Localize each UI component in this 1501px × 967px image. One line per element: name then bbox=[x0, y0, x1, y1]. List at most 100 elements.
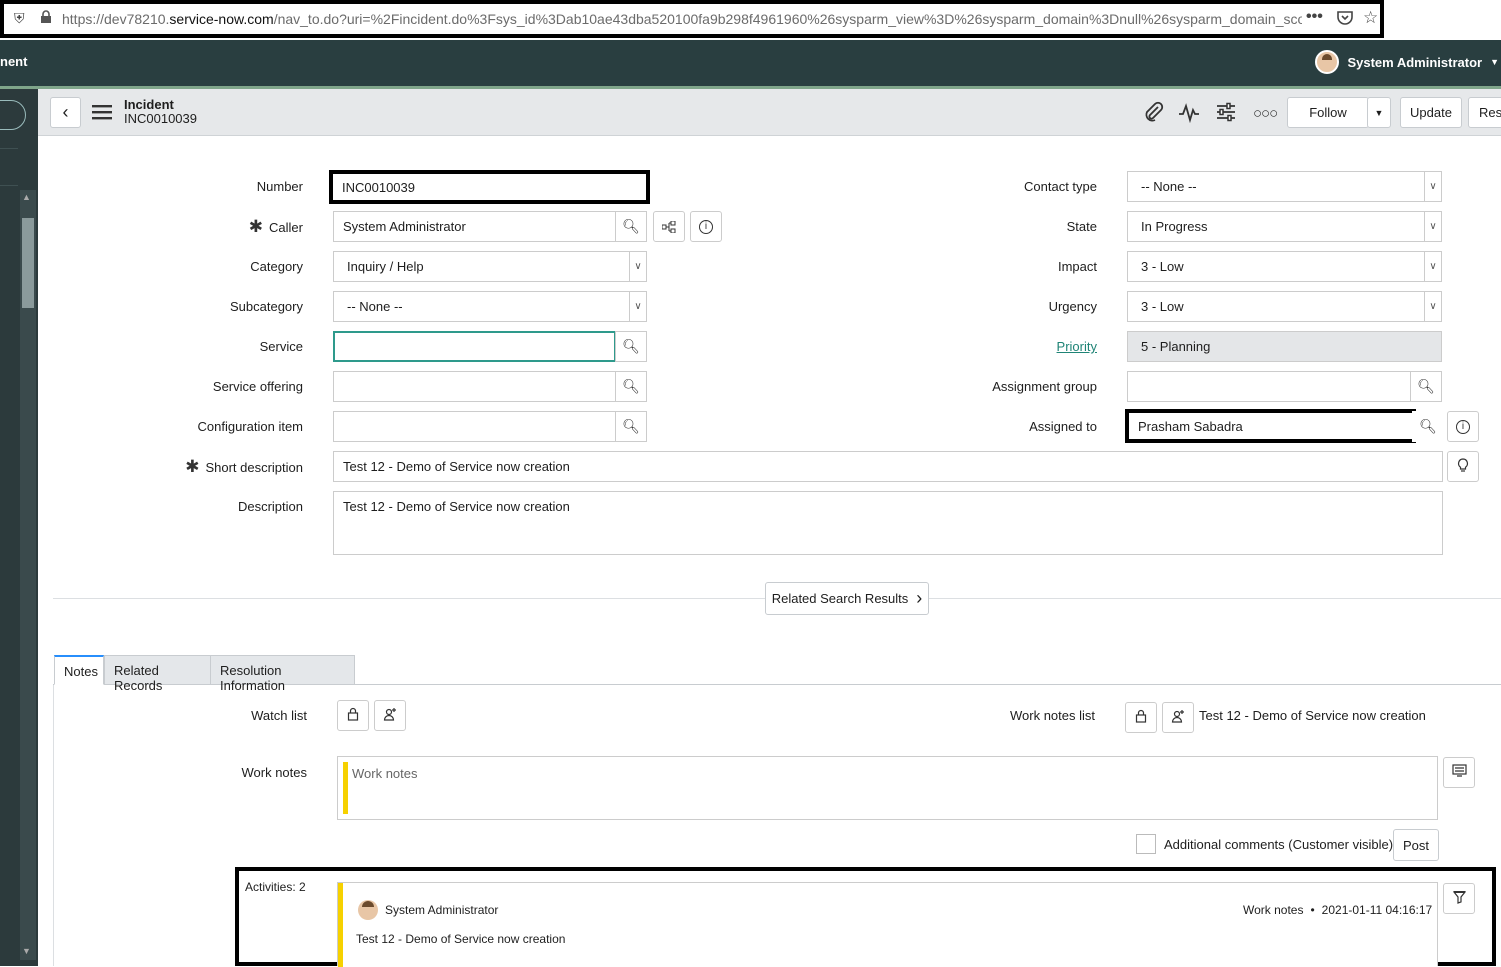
search-icon: 🔍︎ bbox=[622, 378, 640, 394]
number-field[interactable]: INC0010039 bbox=[329, 170, 650, 204]
chevron-down-icon: ∨ bbox=[629, 292, 646, 321]
scroll-down-icon[interactable]: ▼ bbox=[22, 946, 31, 956]
required-asterisk-icon: ✱ bbox=[185, 457, 200, 476]
state-label: State bbox=[1066, 219, 1097, 234]
more-options-icon[interactable]: ○○○ bbox=[1253, 105, 1278, 122]
browser-url-bar[interactable]: ⛨ https://dev78210.service-now.com/nav_t… bbox=[0, 0, 1384, 38]
category-select[interactable]: Inquiry / Help ∨ bbox=[333, 251, 647, 282]
additional-comments-checkbox[interactable] bbox=[1136, 834, 1156, 854]
assignment-group-field[interactable] bbox=[1127, 371, 1411, 402]
shield-icon: ⛨ bbox=[14, 10, 25, 26]
tab-related-records[interactable]: Related Records bbox=[104, 655, 211, 693]
filter-icon bbox=[1452, 890, 1466, 907]
caller-lookup-button[interactable]: 🔍︎ bbox=[615, 211, 647, 242]
record-number-title: INC0010039 bbox=[124, 111, 197, 126]
urgency-select[interactable]: 3 - Low ∨ bbox=[1127, 291, 1442, 322]
service-offering-lookup-button[interactable]: 🔍︎ bbox=[615, 371, 647, 402]
contact-type-select[interactable]: -- None -- ∨ bbox=[1127, 171, 1442, 202]
chevron-down-icon: ∨ bbox=[1424, 292, 1441, 321]
assigned-to-info-button[interactable]: i bbox=[1447, 411, 1479, 442]
search-icon: 🔍︎ bbox=[1417, 378, 1435, 394]
record-type-title: Incident bbox=[124, 97, 174, 112]
assigned-to-field[interactable]: Prasham Sabadra bbox=[1125, 409, 1416, 443]
follow-button[interactable]: Follow bbox=[1287, 97, 1369, 128]
work-notes-list-add-me-button[interactable] bbox=[1162, 702, 1194, 733]
work-notes-list-lock-button[interactable] bbox=[1125, 702, 1157, 733]
configuration-item-lookup-button[interactable]: 🔍︎ bbox=[615, 411, 647, 442]
hamburger-menu-icon[interactable] bbox=[92, 104, 114, 123]
activity-text: Test 12 - Demo of Service now creation bbox=[356, 932, 566, 946]
compose-options-button[interactable] bbox=[1443, 757, 1475, 788]
caller-tree-button[interactable] bbox=[653, 211, 685, 242]
user-menu[interactable]: System Administrator ▼ bbox=[1315, 50, 1499, 74]
activity-filter-button[interactable] bbox=[1443, 883, 1475, 914]
description-field[interactable]: Test 12 - Demo of Service now creation bbox=[333, 491, 1443, 555]
watch-list-add-me-button[interactable] bbox=[374, 700, 406, 731]
number-label: Number bbox=[256, 179, 303, 194]
work-notes-textarea[interactable]: Work notes bbox=[337, 756, 1438, 820]
assigned-to-lookup-button[interactable]: 🔍︎ bbox=[1412, 411, 1444, 442]
avatar bbox=[358, 900, 378, 920]
subcategory-select[interactable]: -- None -- ∨ bbox=[333, 291, 647, 322]
tab-notes[interactable]: Notes bbox=[54, 655, 104, 685]
assigned-to-label: Assigned to bbox=[1029, 419, 1097, 434]
tab-resolution-information[interactable]: Resolution Information bbox=[210, 655, 355, 693]
required-asterisk-icon: ✱ bbox=[248, 217, 264, 236]
activity-marker bbox=[338, 883, 343, 967]
priority-link[interactable]: Priority bbox=[797, 339, 1097, 354]
work-notes-list-label: Work notes list bbox=[1009, 708, 1095, 723]
pocket-icon[interactable] bbox=[1337, 10, 1353, 28]
more-icon[interactable]: ••• bbox=[1306, 8, 1323, 26]
description-label: Description bbox=[237, 499, 303, 514]
caller-info-button[interactable]: i bbox=[690, 211, 722, 242]
watch-list-label: Watch list bbox=[251, 708, 307, 723]
impact-select[interactable]: 3 - Low ∨ bbox=[1127, 251, 1442, 282]
chevron-down-icon: ∨ bbox=[1424, 212, 1441, 241]
caller-field[interactable]: System Administrator bbox=[333, 211, 616, 242]
activities-count: Activities: 2 bbox=[245, 880, 306, 894]
lock-icon bbox=[40, 10, 52, 27]
additional-comments-label: Additional comments (Customer visible) bbox=[1164, 837, 1394, 852]
short-description-field[interactable]: Test 12 - Demo of Service now creation bbox=[333, 451, 1443, 482]
activity-pulse-icon[interactable] bbox=[1178, 101, 1200, 129]
url-text[interactable]: https://dev78210.service-now.com/nav_to.… bbox=[62, 11, 1302, 27]
bookmark-star-icon[interactable]: ☆ bbox=[1363, 8, 1378, 28]
back-button[interactable]: ‹ bbox=[50, 97, 81, 128]
watch-list-lock-button[interactable] bbox=[337, 700, 369, 731]
assignment-group-lookup-button[interactable]: 🔍︎ bbox=[1410, 371, 1442, 402]
service-offering-field[interactable] bbox=[333, 371, 616, 402]
resolve-button[interactable]: Reso bbox=[1468, 97, 1501, 128]
info-icon: i bbox=[1456, 419, 1470, 434]
hierarchy-icon bbox=[662, 220, 676, 233]
suggestion-button[interactable] bbox=[1447, 451, 1479, 482]
info-icon: i bbox=[699, 219, 713, 234]
settings-sliders-icon[interactable] bbox=[1215, 101, 1237, 129]
state-select[interactable]: In Progress ∨ bbox=[1127, 211, 1442, 242]
work-notes-placeholder: Work notes bbox=[352, 766, 418, 781]
comment-list-icon bbox=[1451, 764, 1467, 781]
search-icon: 🔍︎ bbox=[1419, 418, 1437, 434]
configuration-item-field[interactable] bbox=[333, 411, 616, 442]
app-title: nent bbox=[0, 54, 28, 69]
search-icon: 🔍︎ bbox=[622, 418, 640, 434]
caller-label: ✱ Caller bbox=[248, 217, 303, 236]
app-header: nent System Administrator ▼ bbox=[0, 40, 1501, 86]
service-lookup-button[interactable]: 🔍︎ bbox=[615, 331, 647, 362]
post-button[interactable]: Post bbox=[1393, 829, 1439, 861]
lock-icon bbox=[1135, 709, 1147, 726]
activity-author: System Administrator bbox=[385, 903, 499, 917]
search-icon: 🔍︎ bbox=[622, 338, 640, 354]
nav-divider bbox=[0, 148, 18, 149]
form-header bbox=[38, 89, 1501, 136]
chevron-down-icon: ∨ bbox=[1424, 252, 1441, 281]
follow-dropdown-button[interactable]: ▼ bbox=[1367, 97, 1391, 128]
category-label: Category bbox=[250, 259, 303, 274]
user-name: System Administrator bbox=[1347, 54, 1483, 70]
update-button[interactable]: Update bbox=[1400, 97, 1462, 128]
paperclip-icon[interactable] bbox=[1142, 101, 1164, 129]
chevron-down-icon: ∨ bbox=[1424, 172, 1441, 201]
work-notes-list-value: Test 12 - Demo of Service now creation bbox=[1199, 708, 1426, 723]
related-search-results-button[interactable]: Related Search Results › bbox=[765, 582, 929, 615]
service-field[interactable] bbox=[333, 331, 616, 362]
impact-label: Impact bbox=[1057, 259, 1097, 274]
